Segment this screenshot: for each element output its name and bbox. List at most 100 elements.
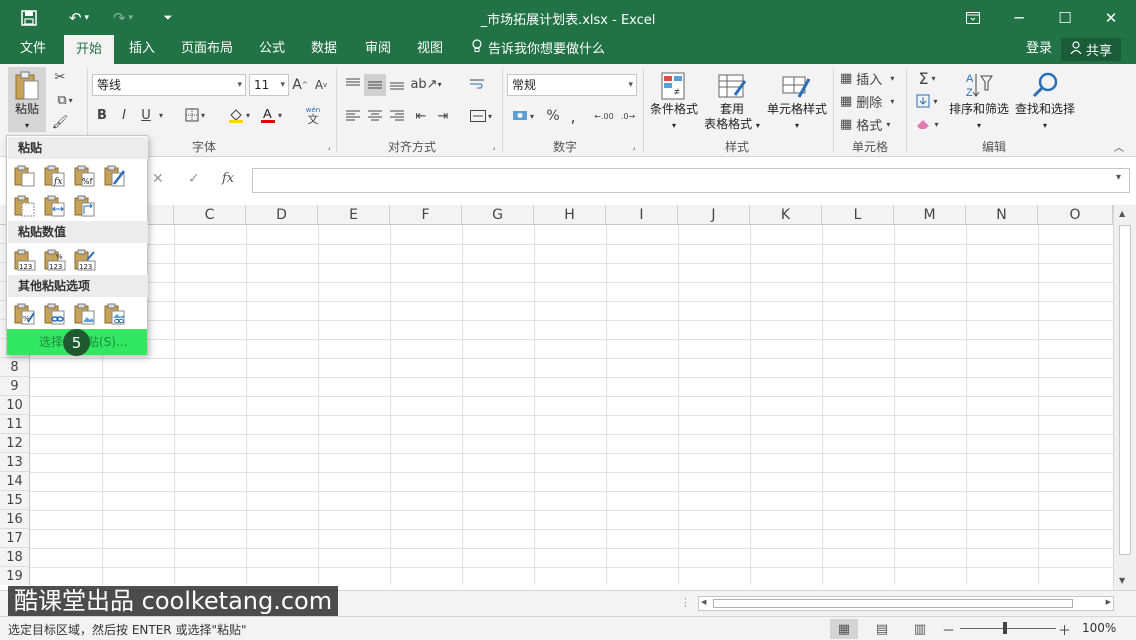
sort-filter-icon[interactable]: AZ: [962, 68, 996, 102]
scroll-up-icon[interactable]: ▲: [1119, 209, 1125, 218]
font-size-select[interactable]: 11 ▾: [249, 74, 289, 96]
alignment-dialog-launcher-icon[interactable]: ⌟: [490, 143, 498, 151]
phonetic-guide-icon[interactable]: wén 文: [298, 104, 328, 126]
insert-cells-button[interactable]: ▦ 插入 ▾: [840, 68, 900, 88]
formula-input[interactable]: [252, 168, 1130, 193]
italic-button[interactable]: I: [116, 104, 132, 126]
maximize-icon[interactable]: ☐: [1042, 0, 1088, 35]
column-header[interactable]: C: [174, 205, 246, 225]
paste-values-number-format-icon[interactable]: 123%: [43, 248, 67, 272]
vertical-scrollbar[interactable]: ▲ ▼: [1113, 205, 1136, 590]
font-dialog-launcher-icon[interactable]: ⌟: [325, 143, 333, 151]
accounting-format-icon[interactable]: ▾: [508, 106, 538, 126]
row-header[interactable]: 16: [0, 510, 30, 529]
wrap-text-icon[interactable]: [468, 74, 486, 94]
align-top-icon[interactable]: [344, 74, 362, 94]
percent-style-button[interactable]: %: [544, 106, 562, 126]
cut-icon[interactable]: ✂: [50, 67, 70, 87]
collapse-ribbon-icon[interactable]: ︿: [1112, 140, 1126, 154]
copy-icon[interactable]: ⧉ ▾: [50, 90, 80, 110]
fill-icon[interactable]: ▾: [912, 91, 942, 111]
zoom-level[interactable]: 100%: [1082, 621, 1116, 635]
align-left-icon[interactable]: [344, 106, 362, 126]
tab-data[interactable]: 数据: [302, 35, 346, 64]
zoom-out-button[interactable]: －: [942, 620, 955, 639]
row-header[interactable]: 12: [0, 434, 30, 453]
horizontal-scrollbar[interactable]: ◀ ▶: [698, 596, 1114, 611]
decrease-decimal-icon[interactable]: .0 →: [618, 106, 638, 126]
conditional-formatting-icon[interactable]: ≠: [656, 68, 692, 104]
decrease-font-size-icon[interactable]: Av: [313, 74, 329, 96]
sort-filter-button[interactable]: 排序和筛选 ▾: [946, 102, 1012, 133]
row-header[interactable]: 14: [0, 472, 30, 491]
paste-values-icon[interactable]: 123: [13, 248, 37, 272]
row-header[interactable]: 9: [0, 377, 30, 396]
normal-view-icon[interactable]: ▦: [830, 619, 858, 639]
column-header[interactable]: K: [750, 205, 822, 225]
scroll-right-icon[interactable]: ▶: [1106, 598, 1111, 606]
close-icon[interactable]: ✕: [1088, 0, 1134, 35]
increase-decimal-icon[interactable]: ← .00: [594, 106, 614, 126]
column-header[interactable]: D: [246, 205, 318, 225]
column-header[interactable]: H: [534, 205, 606, 225]
paste-link-icon[interactable]: [43, 302, 67, 326]
horizontal-scroll-thumb[interactable]: [713, 599, 1073, 608]
zoom-slider[interactable]: [960, 628, 1056, 629]
login-link[interactable]: 登录: [1026, 35, 1052, 62]
paste-formulas-icon[interactable]: fx: [43, 164, 67, 188]
worksheet-grid[interactable]: C D E F G H I J K L M N O 8 9 10 11 12 1…: [0, 205, 1113, 585]
row-header[interactable]: 13: [0, 453, 30, 472]
column-header[interactable]: G: [462, 205, 534, 225]
vertical-scroll-thumb[interactable]: [1119, 225, 1131, 555]
more-options-icon[interactable]: ⋮: [680, 596, 691, 609]
bold-button[interactable]: B: [94, 104, 110, 126]
row-header[interactable]: 15: [0, 491, 30, 510]
tab-home[interactable]: 开始: [64, 35, 114, 64]
insert-function-button[interactable]: fx: [222, 171, 234, 186]
font-color-icon[interactable]: A ▾: [256, 104, 286, 126]
paste-picture-icon[interactable]: [73, 302, 97, 326]
column-header[interactable]: F: [390, 205, 462, 225]
format-as-table-icon[interactable]: [714, 68, 750, 104]
column-header[interactable]: E: [318, 205, 390, 225]
align-right-icon[interactable]: [388, 106, 406, 126]
zoom-slider-knob[interactable]: [1003, 622, 1007, 634]
format-cells-button[interactable]: ▦ 格式 ▾: [840, 114, 900, 134]
tab-view[interactable]: 视图: [408, 35, 452, 64]
column-header[interactable]: N: [966, 205, 1038, 225]
tab-review[interactable]: 审阅: [356, 35, 400, 64]
ribbon-display-options-icon[interactable]: [950, 0, 996, 35]
conditional-formatting-button[interactable]: 条件格式 ▾: [648, 102, 700, 133]
find-select-icon[interactable]: [1028, 68, 1062, 102]
paste-icon[interactable]: [8, 67, 46, 105]
cancel-entry-icon[interactable]: ✕: [152, 171, 164, 187]
fill-color-icon[interactable]: ▾: [224, 104, 254, 126]
align-bottom-icon[interactable]: [388, 74, 406, 94]
tab-page-layout[interactable]: 页面布局: [176, 35, 238, 64]
column-header[interactable]: M: [894, 205, 966, 225]
format-as-table-button[interactable]: 套用 表格格式 ▾: [700, 102, 764, 133]
increase-indent-icon[interactable]: ⇥: [434, 106, 452, 126]
format-painter-icon[interactable]: 🖌: [50, 112, 70, 132]
tell-me-box[interactable]: 告诉我你想要做什么: [472, 35, 605, 64]
page-layout-view-icon[interactable]: ▤: [868, 619, 896, 639]
number-dialog-launcher-icon[interactable]: ⌟: [630, 143, 638, 151]
borders-icon[interactable]: ▾: [180, 104, 210, 126]
increase-font-size-icon[interactable]: A ^: [292, 74, 308, 96]
share-button[interactable]: 共享: [1061, 38, 1121, 61]
zoom-in-button[interactable]: ＋: [1058, 620, 1071, 639]
scroll-down-icon[interactable]: ▼: [1119, 576, 1125, 585]
keep-source-formatting-icon[interactable]: [103, 164, 127, 188]
transpose-icon[interactable]: [73, 194, 97, 218]
tab-insert[interactable]: 插入: [120, 35, 164, 64]
comma-style-button[interactable]: ,: [566, 106, 580, 126]
row-header[interactable]: 17: [0, 529, 30, 548]
align-center-icon[interactable]: [366, 106, 384, 126]
paste-formatting-icon[interactable]: %: [13, 302, 37, 326]
scroll-left-icon[interactable]: ◀: [701, 598, 706, 606]
orientation-icon[interactable]: ab↗ ▾: [410, 74, 441, 94]
tab-formulas[interactable]: 公式: [250, 35, 294, 64]
paste-formulas-number-format-icon[interactable]: %f: [73, 164, 97, 188]
number-format-select[interactable]: 常规 ▾: [507, 74, 637, 96]
clear-icon[interactable]: ▾: [912, 114, 942, 134]
